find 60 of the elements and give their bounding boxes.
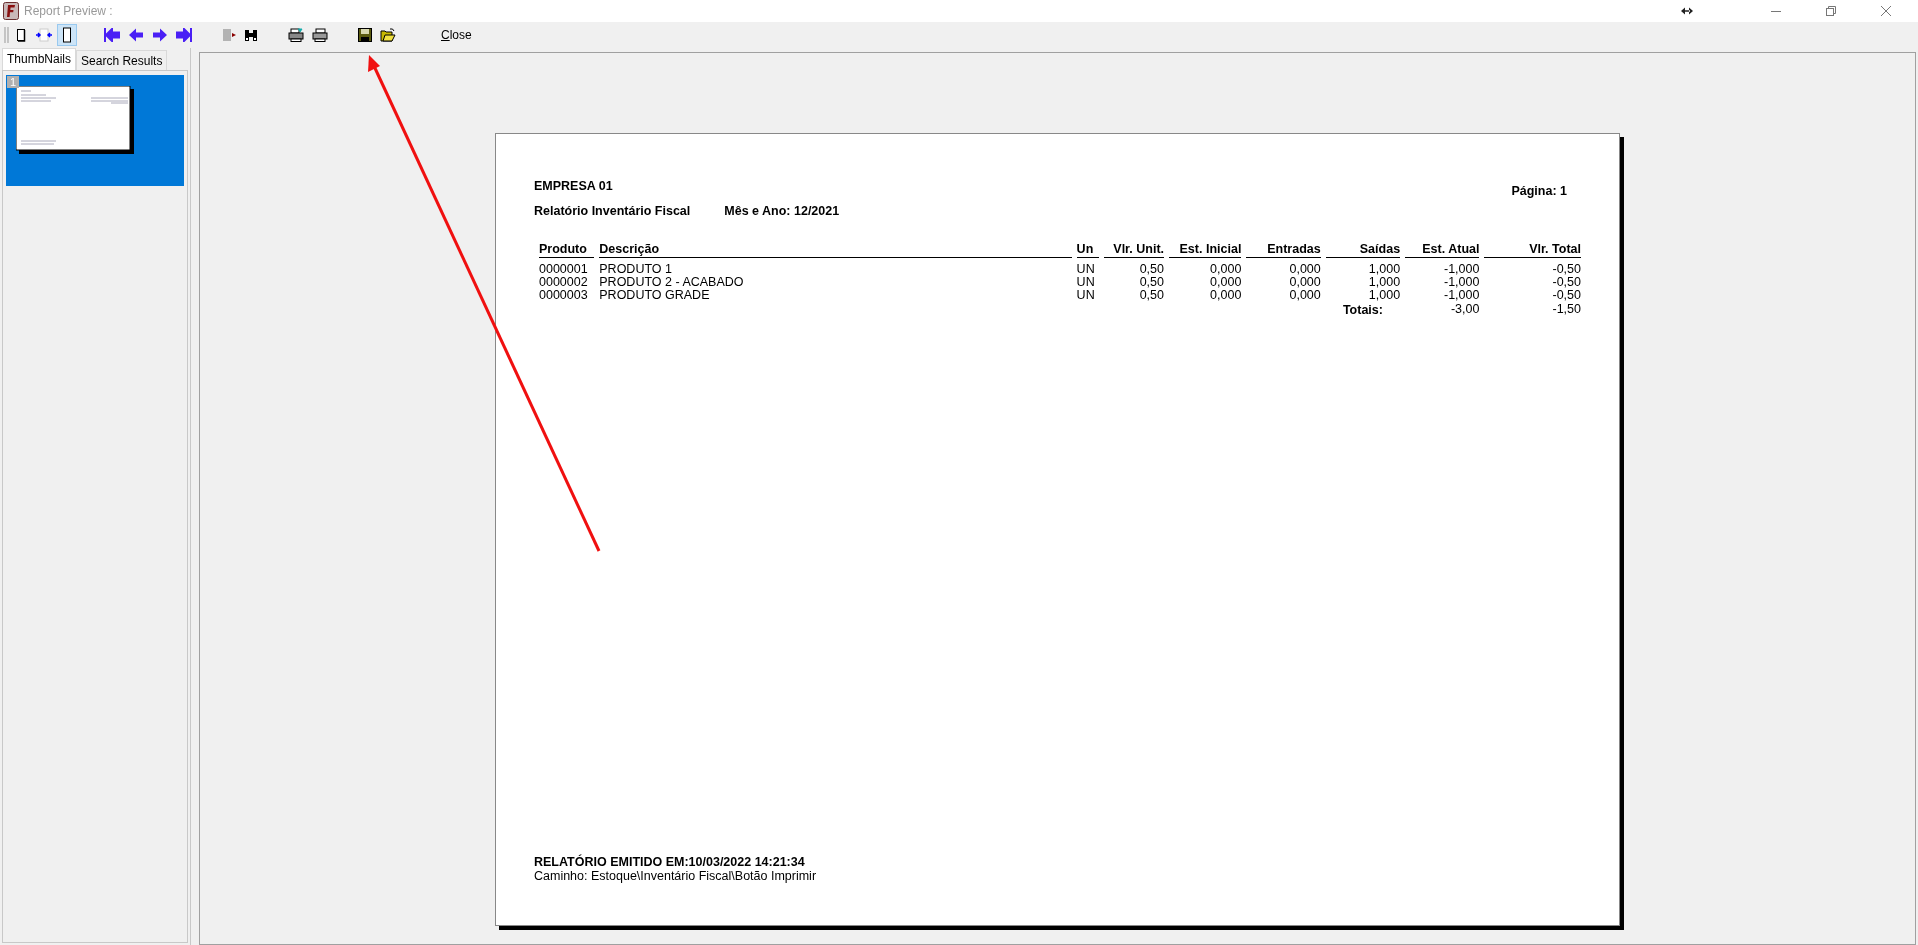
page-icon bbox=[16, 28, 26, 42]
table-cell-text: PRODUTO 2 - ACABADO bbox=[599, 276, 745, 289]
table-cell-text: -0,50 bbox=[1551, 276, 1581, 289]
table-cell-text: PRODUTO GRADE bbox=[599, 289, 711, 302]
page-number: Página: 1 bbox=[1511, 184, 1567, 198]
full-page-button[interactable] bbox=[57, 24, 77, 46]
table-cell-text: UN bbox=[1076, 276, 1096, 289]
report-period: Mês e Ano: 12/2021 bbox=[724, 204, 840, 218]
column-header: Saídas bbox=[1325, 242, 1401, 258]
table-cell-text: 0,000 bbox=[1209, 276, 1242, 289]
table-cell-text: 0000002 bbox=[539, 276, 589, 289]
total-value: -3,00 bbox=[1449, 302, 1480, 317]
column-header: Vlr. Unit. bbox=[1103, 242, 1164, 258]
table-cell-text: 0,50 bbox=[1138, 261, 1164, 276]
column-header: Entradas bbox=[1246, 242, 1321, 258]
table-cell-text: 0000001 bbox=[539, 261, 589, 276]
close-button[interactable]: Close bbox=[437, 26, 476, 44]
table-cell-text: -0,50 bbox=[1551, 261, 1581, 276]
column-header: Un bbox=[1076, 242, 1099, 258]
table-cell-text: -1,000 bbox=[1443, 289, 1480, 302]
table-cell-text: 1,000 bbox=[1367, 276, 1401, 289]
total-value: -1,50 bbox=[1551, 302, 1581, 317]
table-cell-text: 0,000 bbox=[1288, 261, 1321, 276]
table-cell-text: UN bbox=[1076, 289, 1096, 302]
column-header: Produto bbox=[539, 242, 595, 258]
company-name: EMPRESA 01 bbox=[534, 179, 613, 195]
table-cell-text: 0,000 bbox=[1288, 289, 1321, 302]
column-header: Vlr. Total bbox=[1484, 242, 1581, 258]
report-path-text: Caminho: Estoque\Inventário Fiscal\Botão Imprimir bbox=[534, 869, 817, 883]
list-arrow-icon bbox=[222, 28, 236, 42]
thumbnail-number: 1 bbox=[7, 76, 20, 88]
table-cell-text: UN bbox=[1076, 261, 1096, 276]
close-icon bbox=[1881, 6, 1891, 16]
table-cell-text: 1,000 bbox=[1367, 289, 1401, 302]
tab[interactable]: Search Results bbox=[76, 50, 168, 70]
app-icon bbox=[3, 2, 19, 20]
table-cell-text: 0,000 bbox=[1209, 289, 1242, 302]
table-cell-text: 0,50 bbox=[1138, 289, 1164, 302]
resize-icon bbox=[1681, 7, 1693, 15]
column-header: Est. Atual bbox=[1405, 242, 1480, 258]
table-cell-text: 0,000 bbox=[1209, 261, 1242, 276]
table-cell-text: -0,50 bbox=[1551, 289, 1581, 302]
totals-label: Totais: bbox=[1341, 302, 1384, 317]
table-cell-text: 0,000 bbox=[1288, 276, 1321, 289]
full-page-icon bbox=[62, 27, 72, 43]
toolbar-grip-icon bbox=[4, 26, 9, 44]
table-cell-text: -1,000 bbox=[1443, 261, 1480, 276]
table-cell-text: -1,000 bbox=[1443, 276, 1480, 289]
page-width-icon bbox=[36, 28, 52, 42]
table-cell-text: 0000003 bbox=[539, 289, 589, 302]
restore-icon bbox=[1826, 6, 1836, 16]
column-header: Descrição bbox=[599, 242, 1072, 258]
tab[interactable]: ThumbNails bbox=[2, 48, 77, 70]
window-title: Report Preview : bbox=[24, 4, 113, 18]
report-title: Relatório Inventário Fiscal bbox=[534, 204, 691, 218]
table-cell-text: 1,000 bbox=[1367, 261, 1401, 276]
column-header: Est. Inicial bbox=[1169, 242, 1242, 258]
table-cell-text: 0,50 bbox=[1138, 276, 1164, 289]
report-emitted-text: RELATÓRIO EMITIDO EM:10/03/2022 14:21:34 bbox=[534, 855, 805, 869]
table-cell-text: PRODUTO 1 bbox=[599, 261, 673, 276]
